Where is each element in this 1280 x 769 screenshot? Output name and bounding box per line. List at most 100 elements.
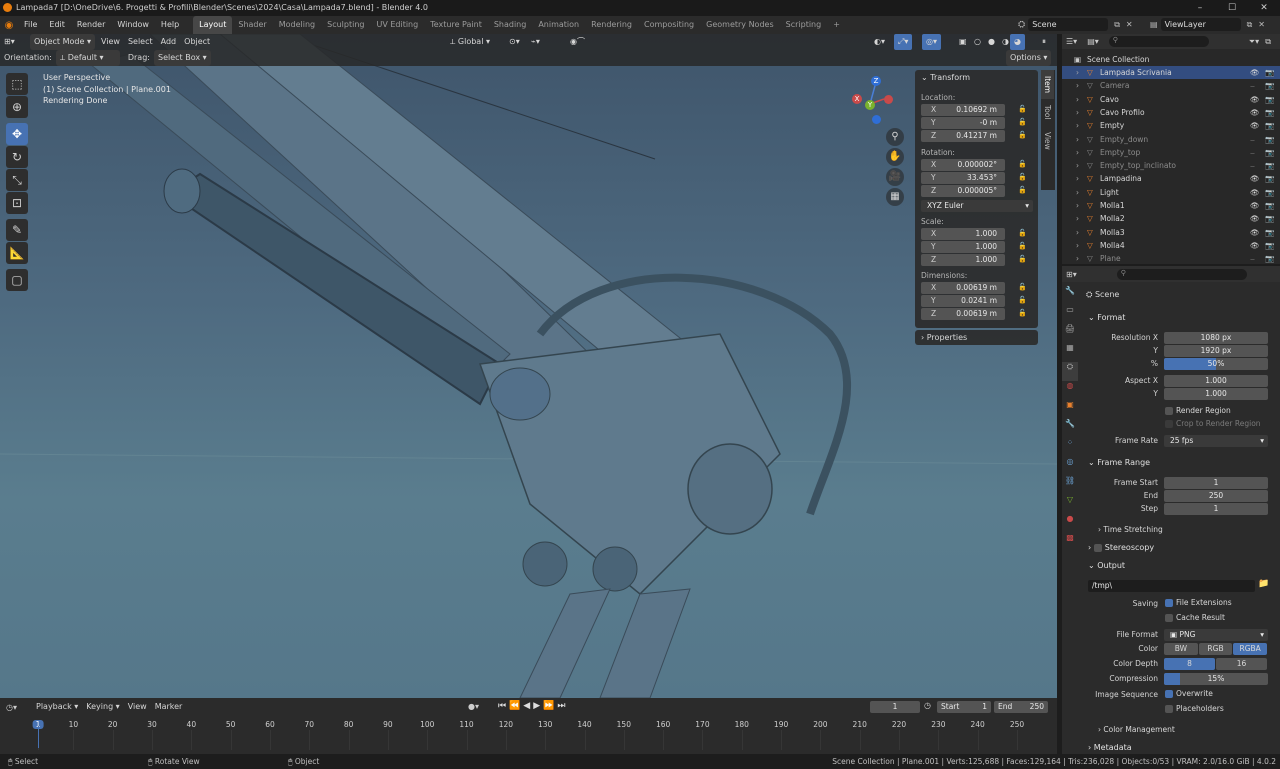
new-scene-icon[interactable]: ⧉ xyxy=(1114,20,1120,30)
color-management-subpanel[interactable]: › Color Management xyxy=(1098,725,1175,734)
outliner-row[interactable]: › ▽ Molla2 👁 📷 xyxy=(1062,212,1280,225)
tab-layout[interactable]: Layout xyxy=(193,16,233,34)
viewport-menu-add[interactable]: Add xyxy=(157,34,181,50)
scale-x-field[interactable]: X 1.000 xyxy=(921,228,1005,240)
render-visibility-icon[interactable]: 📷 xyxy=(1265,239,1274,252)
render-visibility-icon[interactable]: 📷 xyxy=(1265,252,1274,265)
maximize-button[interactable]: ☐ xyxy=(1216,0,1248,16)
tab-rendering[interactable]: Rendering xyxy=(585,16,638,34)
outliner-row[interactable]: › ▽ Molla1 👁 📷 xyxy=(1062,199,1280,212)
color-depth-option-8[interactable]: 8 xyxy=(1164,658,1215,670)
gizmo-y-axis[interactable]: Y xyxy=(865,100,875,110)
color-option-rgb[interactable]: RGB xyxy=(1198,643,1233,655)
compression-slider[interactable]: 15% xyxy=(1164,673,1268,685)
transform-header[interactable]: ⌄ Transform xyxy=(921,73,970,82)
visibility-eye-icon[interactable]: 👁 xyxy=(1250,226,1260,239)
expand-arrow-icon[interactable]: › xyxy=(1076,252,1079,265)
expand-arrow-icon[interactable]: › xyxy=(1076,133,1079,146)
scene-collection-row[interactable]: ▣ Scene Collection xyxy=(1062,53,1280,66)
navigation-gizmo[interactable]: Z X Y xyxy=(850,74,900,124)
tab-tool[interactable]: Tool xyxy=(1041,99,1054,126)
tab-animation[interactable]: Animation xyxy=(532,16,585,34)
delete-scene-icon[interactable]: ✕ xyxy=(1126,20,1133,29)
viewport-menu-select[interactable]: Select xyxy=(124,34,157,50)
outliner-row[interactable]: › ▽ Light 👁 📷 xyxy=(1062,186,1280,199)
dimensions-lock-icon[interactable]: 🔓 xyxy=(1018,283,1027,291)
xray-icon[interactable]: ▣ xyxy=(955,34,971,50)
render-tab-icon[interactable]: ▭ xyxy=(1062,305,1078,324)
rotation-mode-dropdown[interactable]: XYZ Euler ▾ xyxy=(921,200,1033,212)
outliner-search-input[interactable]: ⚲ xyxy=(1108,36,1209,47)
outliner-row[interactable]: › ▽ Lampadina 👁 📷 xyxy=(1062,172,1280,185)
properties-search-input[interactable]: ⚲ xyxy=(1116,268,1247,280)
shading-options-icon[interactable]: ⏸ xyxy=(1038,34,1050,50)
visibility-eye-icon[interactable]: ⌣ xyxy=(1250,79,1255,92)
render-visibility-icon[interactable]: 📷 xyxy=(1265,172,1274,185)
visibility-eye-icon[interactable]: 👁 xyxy=(1250,106,1260,119)
outliner-row[interactable]: › ▽ Empty 👁 📷 xyxy=(1062,119,1280,132)
menu-help[interactable]: Help xyxy=(155,16,185,34)
measure-tool[interactable]: 📐 xyxy=(6,242,28,264)
scale-lock-icon[interactable]: 🔓 xyxy=(1018,242,1027,250)
location-lock-icon[interactable]: 🔓 xyxy=(1018,118,1027,126)
outliner-row[interactable]: › ▽ Cavo 👁 📷 xyxy=(1062,93,1280,106)
tab-scripting[interactable]: Scripting xyxy=(780,16,828,34)
time-stretching-subpanel[interactable]: › Time Stretching xyxy=(1098,525,1163,534)
data-tab-icon[interactable]: ▽ xyxy=(1062,495,1078,514)
dimensions-x-field[interactable]: X 0.00619 m xyxy=(921,282,1005,294)
expand-arrow-icon[interactable]: › xyxy=(1076,159,1079,172)
rendered-shading-icon[interactable]: ◕ xyxy=(1010,34,1025,50)
object-tab-icon[interactable]: ▣ xyxy=(1062,400,1078,419)
aspect-y-field[interactable]: 1.000 xyxy=(1164,388,1268,400)
close-button[interactable]: ✕ xyxy=(1248,0,1280,16)
frame-step-field[interactable]: 1 xyxy=(1164,503,1268,515)
location-lock-icon[interactable]: 🔓 xyxy=(1018,105,1027,113)
rotation-lock-icon[interactable]: 🔓 xyxy=(1018,186,1027,194)
add-cube-tool[interactable]: ▢ xyxy=(6,269,28,291)
tab-shading[interactable]: Shading xyxy=(488,16,533,34)
dimensions-z-field[interactable]: Z 0.00619 m xyxy=(921,308,1005,320)
rotation-z-field[interactable]: Z 0.000005° xyxy=(921,185,1005,197)
render-visibility-icon[interactable]: 📷 xyxy=(1265,133,1274,146)
location-y-field[interactable]: Y -0 m xyxy=(921,117,1005,129)
expand-arrow-icon[interactable]: › xyxy=(1076,146,1079,159)
outliner-row[interactable]: › ▽ Cavo Profilo 👁 📷 xyxy=(1062,106,1280,119)
render-visibility-icon[interactable]: 📷 xyxy=(1265,199,1274,212)
dimensions-lock-icon[interactable]: 🔓 xyxy=(1018,309,1027,317)
expand-arrow-icon[interactable]: › xyxy=(1076,172,1079,185)
resolution-x-field[interactable]: 1080 px xyxy=(1164,332,1268,344)
proportional-edit-icon[interactable]: ◉⌒ xyxy=(566,34,589,50)
output-section-header[interactable]: ⌄ Output xyxy=(1088,561,1125,570)
options-dropdown[interactable]: Options ▾ xyxy=(1006,50,1052,66)
viewlayer-name-field[interactable]: ViewLayer xyxy=(1160,18,1241,31)
gizmo-z-axis[interactable]: Z xyxy=(871,76,881,86)
location-z-field[interactable]: Z 0.41217 m xyxy=(921,130,1005,142)
dimensions-lock-icon[interactable]: 🔓 xyxy=(1018,296,1027,304)
drag-dropdown[interactable]: Select Box ▾ xyxy=(153,50,211,66)
snap-icon[interactable]: ⌁▾ xyxy=(527,34,544,50)
scale-lock-icon[interactable]: 🔓 xyxy=(1018,255,1027,263)
visibility-eye-icon[interactable]: 👁 xyxy=(1250,93,1260,106)
properties-editor-icon[interactable]: ⊞▾ xyxy=(1066,270,1077,279)
render-visibility-icon[interactable]: 📷 xyxy=(1265,226,1274,239)
render-visibility-icon[interactable]: 📷 xyxy=(1265,66,1274,79)
expand-arrow-icon[interactable]: › xyxy=(1076,106,1079,119)
world-tab-icon[interactable]: ◍ xyxy=(1062,381,1078,400)
visibility-eye-icon[interactable]: 👁 xyxy=(1250,239,1260,252)
material-tab-icon[interactable]: ● xyxy=(1062,514,1078,533)
scale-y-field[interactable]: Y 1.000 xyxy=(921,241,1005,253)
outliner-row[interactable]: › ▽ Empty_down ⌣ 📷 xyxy=(1062,133,1280,146)
delete-viewlayer-icon[interactable]: ✕ xyxy=(1258,20,1265,29)
color-option-bw[interactable]: BW xyxy=(1164,643,1198,655)
menu-render[interactable]: Render xyxy=(71,16,111,34)
render-region-checkbox[interactable]: Render Region xyxy=(1165,406,1231,415)
scene-selector[interactable]: ⛭ Scene ⧉ ✕ xyxy=(1018,18,1133,31)
viewport-menu-view[interactable]: View xyxy=(97,34,124,50)
visibility-eye-icon[interactable]: ⌣ xyxy=(1250,252,1255,265)
rotation-lock-icon[interactable]: 🔓 xyxy=(1018,173,1027,181)
metadata-section-header[interactable]: › Metadata xyxy=(1088,743,1132,752)
visibility-eye-icon[interactable]: 👁 xyxy=(1250,199,1260,212)
tab-modeling[interactable]: Modeling xyxy=(273,16,321,34)
viewport-menu-object[interactable]: Object xyxy=(180,34,214,50)
outliner-row[interactable]: › ▽ Lampada Scrivania 👁 📷 xyxy=(1062,66,1280,80)
